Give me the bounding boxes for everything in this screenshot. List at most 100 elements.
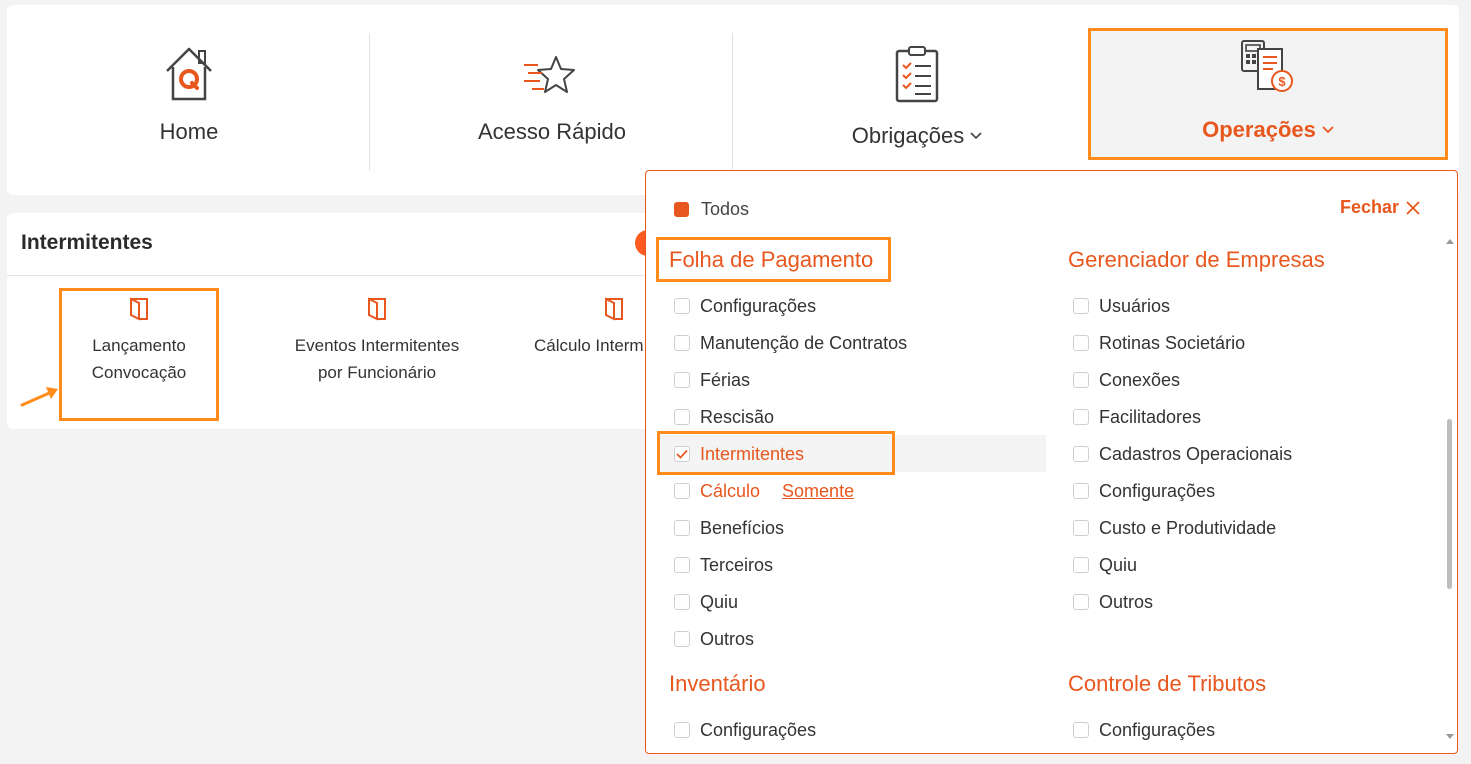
close-label: Fechar [1339,197,1399,217]
option-label: Benefícios [700,517,785,538]
svg-text:$: $ [1278,74,1286,89]
todos-checkbox[interactable] [674,202,689,217]
option-label: Cálculo [700,480,761,501]
checkbox[interactable] [674,631,690,647]
option-item[interactable]: Configurações [674,291,816,321]
option-item[interactable]: Benefícios [674,513,784,543]
option-label: Rescisão [700,406,775,427]
scroll-down-icon[interactable] [1446,734,1454,739]
option-item[interactable]: Outros [1073,587,1153,617]
section-title-controle: Controle de Tributos [1068,671,1267,696]
nav-home[interactable]: Home [97,5,281,195]
card-title: Intermitentes [21,231,153,254]
checkbox[interactable] [1073,372,1089,388]
dropdown-scrollbar[interactable] [1445,233,1455,745]
clipboard-icon [893,41,941,103]
home-icon [161,41,217,103]
option-item[interactable]: Configurações [1073,476,1215,506]
invoice-calculator-icon: $ [1238,39,1298,95]
section-title-gerenciador: Gerenciador de Empresas [1068,247,1325,272]
checkbox[interactable] [1073,520,1089,536]
nav-operacoes[interactable]: $ Operações [1088,28,1448,160]
checkbox[interactable] [1073,594,1089,610]
option-label: Manutenção de Contratos [700,332,908,353]
chevron-down-icon [970,132,982,140]
option-item[interactable]: Usuários [1073,291,1170,321]
option-label: Configurações [700,295,817,316]
option-item[interactable]: Custo e Produtividade [1073,513,1276,543]
checkbox[interactable] [674,409,690,425]
checkbox[interactable] [1073,446,1089,462]
close-button[interactable]: Fechar [1340,197,1421,218]
option-label: Terceiros [700,554,774,575]
option-item[interactable]: Configurações [1073,715,1215,745]
nav-home-label: Home [159,119,219,144]
option-label: Quiu [1099,554,1138,575]
tile-label-line1: Lançamento [92,336,186,355]
nav-divider [369,33,370,171]
option-label: Outros [700,628,755,649]
checkbox[interactable] [674,372,690,388]
checkbox[interactable] [674,722,690,738]
tile-label-line1: Eventos Intermitentes [294,336,460,355]
checkbox[interactable] [1073,557,1089,573]
option-label: Usuários [1099,295,1171,316]
check-icon [676,449,688,459]
annotation-arrow-icon [20,387,58,407]
checkbox[interactable] [1073,298,1089,314]
checkbox[interactable] [674,335,690,351]
option-item[interactable]: Outros [674,624,754,654]
nav-operacoes-text: Operações [1202,117,1316,142]
card-divider [7,275,667,276]
door-icon [277,288,477,330]
checkbox[interactable] [1073,335,1089,351]
nav-obrigacoes-label: Obrigações [852,123,983,149]
checkbox[interactable] [674,520,690,536]
option-item[interactable]: Rescisão [674,402,774,432]
scroll-up-icon[interactable] [1446,239,1454,244]
nav-divider [732,33,733,171]
nav-operacoes-label: Operações [1202,117,1334,143]
tile-label-line2: por Funcionário [317,363,437,382]
option-item[interactable]: Quiu [1073,550,1137,580]
section-title-folha: Folha de Pagamento [669,247,874,272]
tile-eventos-intermitentes[interactable]: Eventos Intermitentes por Funcionário [277,288,477,386]
todos-label: Todos [701,199,750,219]
option-label: Configurações [700,719,817,740]
section-title-inventario: Inventário [669,671,766,696]
nav-acesso-rapido[interactable]: Acesso Rápido [462,5,642,195]
door-icon [49,288,229,330]
somente-link[interactable]: Somente [782,481,854,502]
checkbox-checked[interactable] [674,446,690,462]
nav-obrigacoes[interactable]: Obrigações [825,5,1009,195]
option-item-calculo[interactable]: Cálculo Somente [674,476,854,506]
checkbox[interactable] [1073,483,1089,499]
checkbox[interactable] [674,298,690,314]
intermitentes-card: Intermitentes Lançamento Convocação Even… [7,213,667,429]
option-item[interactable]: Rotinas Societário [1073,328,1245,358]
option-label: Férias [700,369,751,390]
nav-acesso-label: Acesso Rápido [478,119,626,144]
option-item[interactable]: Manutenção de Contratos [674,328,907,358]
option-item[interactable]: Terceiros [674,550,773,580]
option-item[interactable]: Facilitadores [1073,402,1201,432]
checkbox[interactable] [674,594,690,610]
option-label: Custo e Produtividade [1099,517,1277,538]
todos-toggle[interactable]: Todos [674,199,749,220]
option-label: Cadastros Operacionais [1099,443,1293,464]
option-item[interactable]: Cadastros Operacionais [1073,439,1292,469]
operacoes-dropdown: Todos Fechar Folha de Pagamento Configur… [645,170,1458,754]
option-item[interactable]: Configurações [674,715,816,745]
tile-lancamento-convocacao[interactable]: Lançamento Convocação [49,288,229,386]
option-item[interactable]: Quiu [674,587,738,617]
scrollbar-thumb[interactable] [1447,419,1452,589]
option-label: Conexões [1099,369,1181,390]
option-label: Outros [1099,591,1154,612]
option-item[interactable]: Férias [674,365,750,395]
checkbox[interactable] [1073,722,1089,738]
checkbox[interactable] [674,483,690,499]
option-item-intermitentes[interactable]: Intermitentes [674,439,804,469]
checkbox[interactable] [1073,409,1089,425]
checkbox[interactable] [674,557,690,573]
option-item[interactable]: Conexões [1073,365,1180,395]
